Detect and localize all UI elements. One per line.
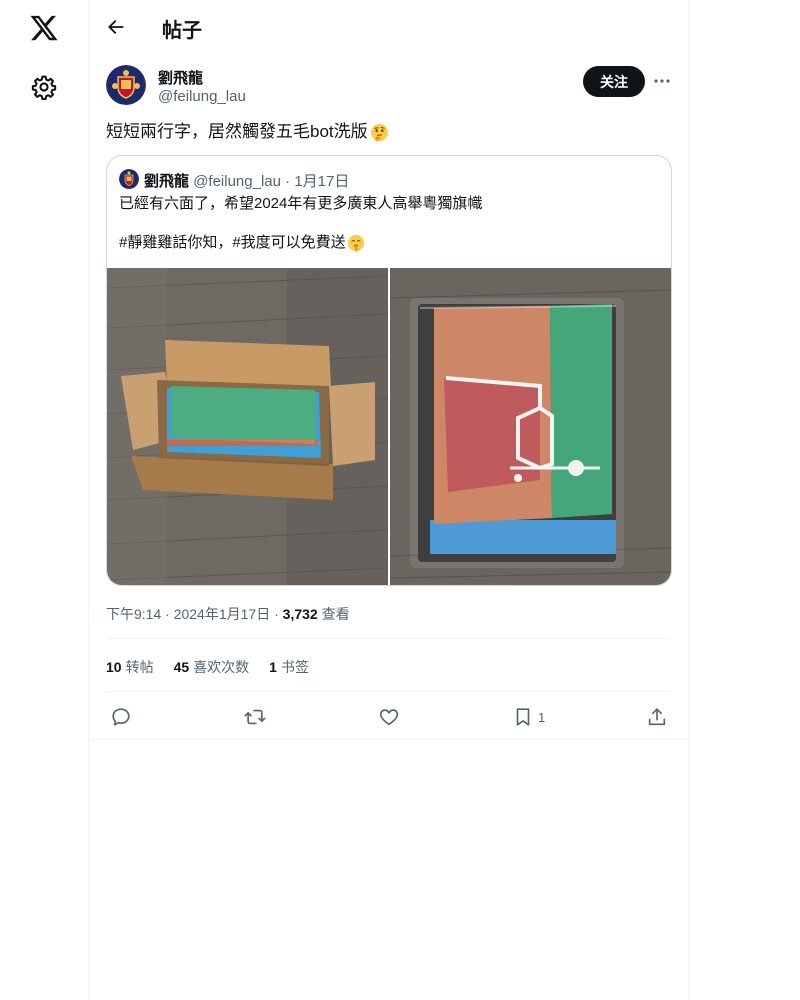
crest-image [119, 169, 139, 189]
action-bar: 1 [89, 703, 688, 731]
tweet-text: 短短兩行字，居然觸發五毛bot洗版 [106, 121, 389, 143]
stat-count: 1 [269, 659, 277, 675]
bookmark-icon[interactable] [512, 706, 534, 728]
stat-label: 喜欢次数 [193, 659, 250, 675]
quoted-media [107, 268, 671, 585]
repost-icon[interactable] [244, 706, 266, 728]
quoted-date: 1月17日 [294, 173, 350, 190]
share-icon[interactable] [646, 706, 668, 728]
quoted-separator: · [285, 173, 291, 190]
quoted-handle: @feilung_lau [193, 173, 281, 190]
follow-button[interactable]: 关注 [583, 66, 645, 97]
author-handle[interactable]: @feilung_lau [158, 88, 246, 105]
stat-count: 45 [173, 659, 190, 675]
bookmark-count: 1 [538, 710, 546, 725]
photo-box-image [107, 268, 388, 585]
author-display-name[interactable]: 劉飛龍 [158, 67, 203, 88]
views-label: 查看 [321, 606, 350, 622]
views-count: 3,732 [282, 606, 318, 622]
photo-flags-image [390, 268, 671, 585]
quoted-avatar [119, 169, 139, 189]
avatar[interactable] [106, 65, 146, 105]
stat-reposts[interactable]: 10 转帖 [106, 657, 154, 677]
post-date[interactable]: 2024年1月17日 [174, 606, 271, 622]
post-time[interactable]: 下午9:14 [106, 606, 161, 622]
gear-icon[interactable] [31, 74, 57, 100]
quoted-hashtags: #靜雞雞話你知，#我度可以免費送 [119, 233, 365, 253]
back-arrow-icon[interactable] [106, 17, 126, 37]
reply-icon[interactable] [110, 706, 132, 728]
divider [106, 638, 671, 639]
thinking-face-emoji-icon [370, 123, 388, 141]
quoted-text-line1: 已經有六面了，希望2024年有更多廣東人高舉粵獨旗幟 [119, 195, 483, 212]
x-logo-icon[interactable] [29, 13, 59, 43]
quoted-tweet-card[interactable]: 劉飛龍 @feilung_lau · 1月17日 已經有六面了，希望2024年有… [106, 155, 672, 586]
divider [89, 739, 688, 740]
stat-label: 转帖 [125, 659, 154, 675]
page-title: 帖子 [162, 20, 202, 42]
more-dots-icon[interactable] [652, 71, 672, 91]
left-nav [0, 0, 88, 1000]
stat-likes[interactable]: 45 喜欢次数 [174, 657, 250, 677]
stat-label: 书签 [280, 659, 309, 675]
quoted-text-line2[interactable]: #靜雞雞話你知，#我度可以免費送 [119, 233, 346, 253]
engagement-stats: 10 转帖 45 喜欢次数 1 书签 [106, 657, 309, 677]
divider [106, 691, 671, 692]
crest-image [106, 65, 146, 105]
photo-flags[interactable] [390, 268, 671, 585]
meta-separator: · [165, 606, 170, 622]
page-header: 帖子 [89, 0, 688, 54]
stat-count: 10 [106, 659, 122, 675]
post-meta: 下午9:14 · 2024年1月17日 · 3,732 查看 [106, 604, 350, 624]
heart-icon[interactable] [378, 706, 400, 728]
shushing-face-emoji-icon [347, 234, 364, 252]
quoted-header: 劉飛龍 @feilung_lau · 1月17日 [144, 170, 349, 191]
quoted-display-name: 劉飛龍 [144, 173, 190, 190]
meta-separator: · [274, 606, 279, 622]
tweet-body: 短短兩行字，居然觸發五毛bot洗版 [106, 122, 368, 141]
stat-bookmarks[interactable]: 1 书签 [269, 657, 309, 677]
photo-box[interactable] [107, 268, 388, 585]
post-detail-column: 帖子 劉飛龍 @feilung_lau 关注 短短兩行字，居然觸發五毛bot洗版 [88, 0, 689, 1000]
